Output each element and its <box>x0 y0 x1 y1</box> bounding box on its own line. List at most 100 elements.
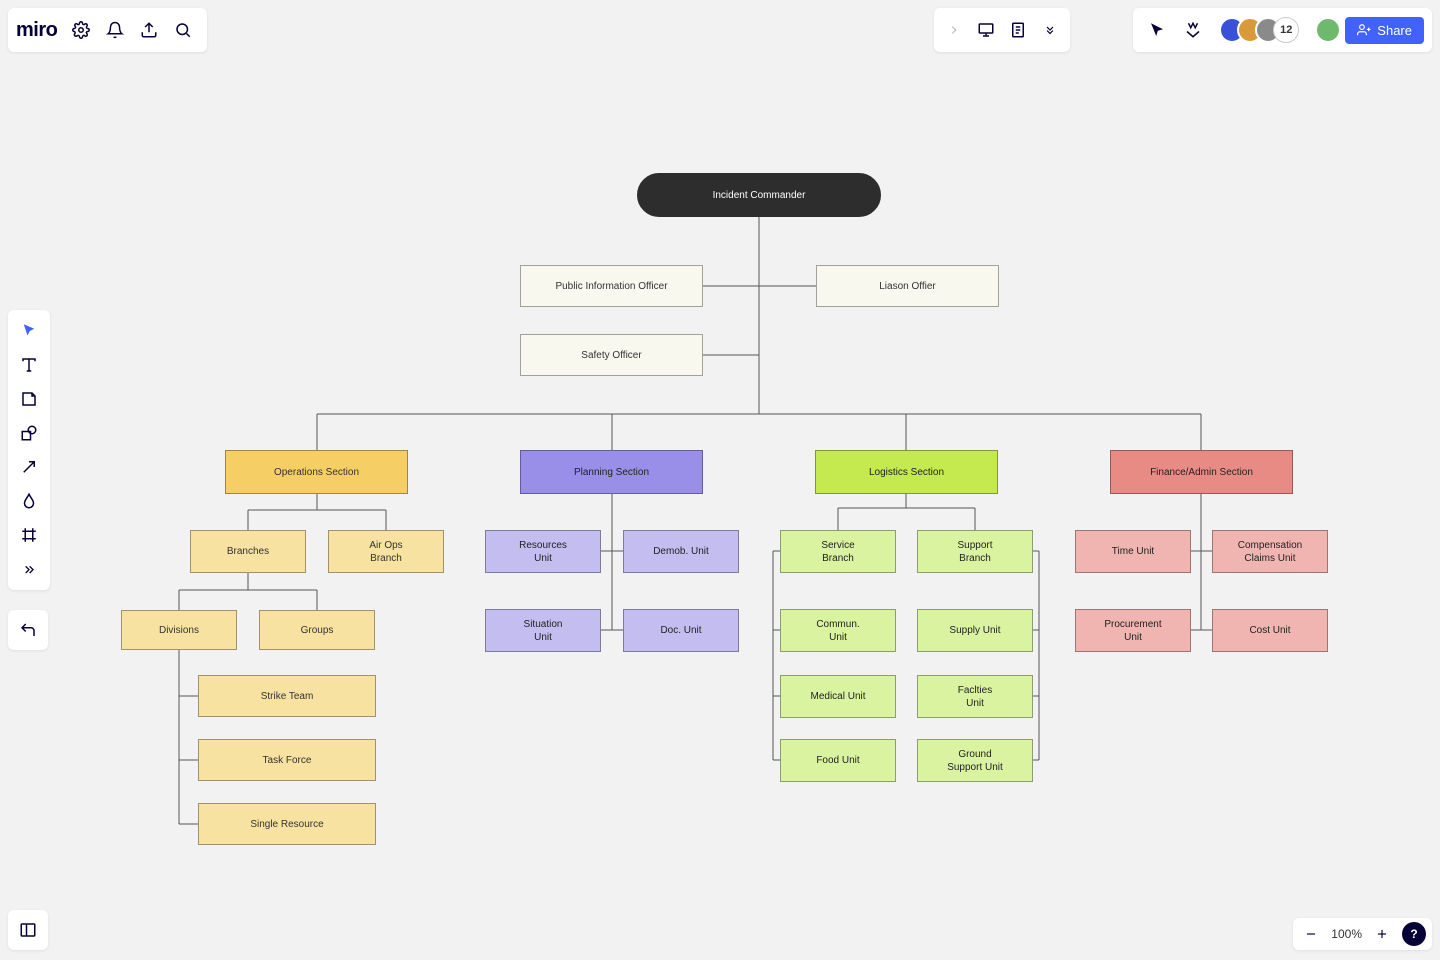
node-procurement-unit[interactable]: Procurement Unit <box>1075 609 1191 652</box>
node-ground-support-unit[interactable]: Ground Support Unit <box>917 739 1033 782</box>
node-label: Incident Commander <box>713 189 806 202</box>
node-divisions[interactable]: Divisions <box>121 610 237 650</box>
node-service-branch[interactable]: Service Branch <box>780 530 896 573</box>
zoom-toolbar: 100% ? <box>1293 918 1432 950</box>
bell-icon[interactable] <box>99 14 131 46</box>
zoom-out-button[interactable] <box>1299 922 1323 946</box>
top-right-toolbar-b: 12 Share <box>1133 8 1432 52</box>
settings-icon[interactable] <box>65 14 97 46</box>
more-tools-icon[interactable] <box>12 552 46 586</box>
node-label: Resources Unit <box>519 539 567 565</box>
node-label: Logistics Section <box>869 466 944 479</box>
node-demob-unit[interactable]: Demob. Unit <box>623 530 739 573</box>
avatar-overflow-count[interactable]: 12 <box>1273 17 1299 43</box>
search-icon[interactable] <box>167 14 199 46</box>
node-label: Procurement Unit <box>1104 618 1161 644</box>
zoom-in-button[interactable] <box>1370 922 1394 946</box>
node-safety-officer[interactable]: Safety Officer <box>520 334 703 376</box>
node-label: Public Information Officer <box>555 280 667 293</box>
canvas[interactable]: Incident Commander Public Information Of… <box>0 0 1440 960</box>
node-planning-section[interactable]: Planning Section <box>520 450 703 494</box>
panel-toggle-icon[interactable] <box>12 914 44 946</box>
node-label: Divisions <box>159 624 199 637</box>
node-time-unit[interactable]: Time Unit <box>1075 530 1191 573</box>
node-strike-team[interactable]: Strike Team <box>198 675 376 717</box>
collaborator-avatars[interactable]: 12 <box>1219 17 1299 43</box>
select-tool-icon[interactable] <box>12 314 46 348</box>
top-right-toolbar-a <box>934 8 1070 52</box>
arrow-tool-icon[interactable] <box>12 450 46 484</box>
node-label: Cost Unit <box>1249 624 1290 637</box>
bottom-left-toolbar <box>8 910 48 950</box>
node-label: Safety Officer <box>581 349 641 362</box>
node-label: Medical Unit <box>810 690 865 703</box>
text-tool-icon[interactable] <box>12 348 46 382</box>
chevron-down-double-icon[interactable] <box>1034 14 1066 46</box>
node-label: Service Branch <box>821 539 854 565</box>
node-label: Faclties Unit <box>958 684 992 710</box>
node-logistics-section[interactable]: Logistics Section <box>815 450 998 494</box>
reactions-icon[interactable] <box>1177 14 1209 46</box>
cursor-icon[interactable] <box>1141 14 1173 46</box>
node-label: Liason Offier <box>879 280 936 293</box>
node-facilities-unit[interactable]: Faclties Unit <box>917 675 1033 718</box>
present-icon[interactable] <box>970 14 1002 46</box>
node-label: Ground Support Unit <box>947 748 1003 774</box>
node-liaison-officer[interactable]: Liason Offier <box>816 265 999 307</box>
node-commun-unit[interactable]: Commun. Unit <box>780 609 896 652</box>
node-air-ops-branch[interactable]: Air Ops Branch <box>328 530 444 573</box>
chevron-right-icon[interactable] <box>938 14 970 46</box>
undo-icon[interactable] <box>12 614 44 646</box>
left-toolbar <box>8 310 50 590</box>
avatar-self[interactable] <box>1315 17 1341 43</box>
node-label: Situation Unit <box>524 618 563 644</box>
node-compensation-claims-unit[interactable]: Compensation Claims Unit <box>1212 530 1328 573</box>
node-label: Planning Section <box>574 466 649 479</box>
node-branches[interactable]: Branches <box>190 530 306 573</box>
node-operations-section[interactable]: Operations Section <box>225 450 408 494</box>
node-finance-section[interactable]: Finance/Admin Section <box>1110 450 1293 494</box>
node-label: Food Unit <box>816 754 859 767</box>
node-label: Support Branch <box>957 539 992 565</box>
node-supply-unit[interactable]: Supply Unit <box>917 609 1033 652</box>
node-label: Strike Team <box>261 690 314 703</box>
node-label: Supply Unit <box>949 624 1000 637</box>
node-cost-unit[interactable]: Cost Unit <box>1212 609 1328 652</box>
node-label: Task Force <box>263 754 312 767</box>
node-label: Finance/Admin Section <box>1150 466 1253 479</box>
node-incident-commander[interactable]: Incident Commander <box>637 173 881 217</box>
node-situation-unit[interactable]: Situation Unit <box>485 609 601 652</box>
top-left-toolbar: miro <box>8 8 207 52</box>
node-label: Commun. Unit <box>816 618 859 644</box>
node-resources-unit[interactable]: Resources Unit <box>485 530 601 573</box>
share-button[interactable]: Share <box>1345 17 1424 44</box>
node-public-info-officer[interactable]: Public Information Officer <box>520 265 703 307</box>
node-label: Groups <box>301 624 334 637</box>
node-label: Compensation Claims Unit <box>1238 539 1302 565</box>
node-label: Time Unit <box>1112 545 1154 558</box>
node-doc-unit[interactable]: Doc. Unit <box>623 609 739 652</box>
pen-tool-icon[interactable] <box>12 484 46 518</box>
node-single-resource[interactable]: Single Resource <box>198 803 376 845</box>
node-label: Demob. Unit <box>653 545 709 558</box>
node-label: Single Resource <box>250 818 323 831</box>
notes-icon[interactable] <box>1002 14 1034 46</box>
node-medical-unit[interactable]: Medical Unit <box>780 675 896 718</box>
node-label: Operations Section <box>274 466 359 479</box>
zoom-level[interactable]: 100% <box>1325 927 1368 941</box>
node-label: Doc. Unit <box>660 624 701 637</box>
frame-tool-icon[interactable] <box>12 518 46 552</box>
sticky-tool-icon[interactable] <box>12 382 46 416</box>
node-support-branch[interactable]: Support Branch <box>917 530 1033 573</box>
help-button[interactable]: ? <box>1402 922 1426 946</box>
share-label: Share <box>1377 23 1412 38</box>
node-task-force[interactable]: Task Force <box>198 739 376 781</box>
shape-tool-icon[interactable] <box>12 416 46 450</box>
node-label: Air Ops Branch <box>369 539 402 565</box>
node-label: Branches <box>227 545 269 558</box>
undo-toolbar <box>8 610 48 650</box>
node-food-unit[interactable]: Food Unit <box>780 739 896 782</box>
node-groups[interactable]: Groups <box>259 610 375 650</box>
miro-logo[interactable]: miro <box>16 19 57 42</box>
export-icon[interactable] <box>133 14 165 46</box>
